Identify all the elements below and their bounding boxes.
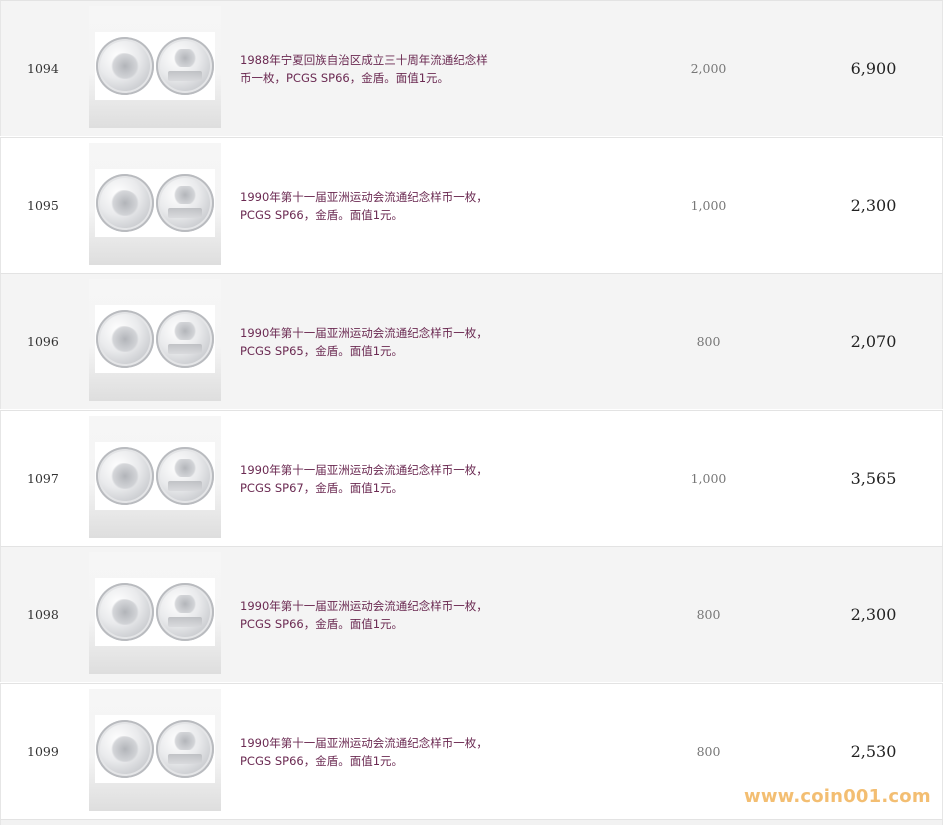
coin-thumbnail[interactable] bbox=[89, 279, 221, 401]
lot-description[interactable]: 1990年第十一届亚洲运动会流通纪念样币一枚， PCGS SP67，金盾。面值1… bbox=[240, 411, 498, 546]
description-line: 1990年第十一届亚洲运动会流通纪念样币一枚， bbox=[240, 189, 488, 204]
coin-reverse-image bbox=[156, 310, 214, 368]
auction-results-table: 1094 1988年宁夏回族自治区成立三十周年流通纪念样 币一枚，PCGS SP… bbox=[0, 0, 945, 825]
lot-description[interactable]: 1990年第十一届亚洲运动会流通纪念样币一枚， PCGS SP66，金盾。面值1… bbox=[240, 547, 498, 682]
coin-thumbnail[interactable] bbox=[89, 143, 221, 265]
coin-photo bbox=[95, 305, 215, 373]
coin-photo bbox=[95, 578, 215, 646]
coin-photo bbox=[95, 442, 215, 510]
estimate-value: 800 bbox=[696, 334, 721, 349]
coin-obverse-image bbox=[96, 310, 154, 368]
lot-number: 1097 bbox=[27, 471, 59, 486]
coin-thumbnail[interactable] bbox=[89, 552, 221, 674]
coin-obverse-image bbox=[96, 174, 154, 232]
description-line: PCGS SP66，金盾。面值1元。 bbox=[240, 753, 404, 768]
next-row-edge bbox=[0, 819, 943, 825]
table-row: 1095 1990年第十一届亚洲运动会流通纪念样币一枚， PCGS SP66，金… bbox=[0, 137, 943, 273]
lot-number: 1094 bbox=[27, 61, 59, 76]
estimate-value: 800 bbox=[696, 744, 721, 759]
hammer-price: 6,900 bbox=[850, 59, 897, 78]
coin-obverse-image bbox=[96, 447, 154, 505]
table-row: 1097 1990年第十一届亚洲运动会流通纪念样币一枚， PCGS SP67，金… bbox=[0, 410, 943, 546]
estimate-value: 800 bbox=[696, 607, 721, 622]
lot-description[interactable]: 1990年第十一届亚洲运动会流通纪念样币一枚， PCGS SP65，金盾。面值1… bbox=[240, 274, 498, 409]
coin-obverse-image bbox=[96, 37, 154, 95]
lot-description[interactable]: 1990年第十一届亚洲运动会流通纪念样币一枚， PCGS SP66，金盾。面值1… bbox=[240, 138, 498, 273]
coin-reverse-image bbox=[156, 174, 214, 232]
description-line: PCGS SP66，金盾。面值1元。 bbox=[240, 616, 404, 631]
description-line: 1990年第十一届亚洲运动会流通纪念样币一枚， bbox=[240, 462, 488, 477]
coin-obverse-image bbox=[96, 583, 154, 641]
hammer-price: 3,565 bbox=[850, 469, 897, 488]
estimate-value: 1,000 bbox=[690, 198, 727, 213]
description-line: 币一枚，PCGS SP66，金盾。面值1元。 bbox=[240, 70, 450, 85]
coin-reverse-image bbox=[156, 583, 214, 641]
hammer-price: 2,070 bbox=[850, 332, 897, 351]
description-line: PCGS SP66，金盾。面值1元。 bbox=[240, 207, 404, 222]
coin-obverse-image bbox=[96, 720, 154, 778]
hammer-price: 2,300 bbox=[850, 196, 897, 215]
coin-photo bbox=[95, 32, 215, 100]
description-line: 1988年宁夏回族自治区成立三十周年流通纪念样 bbox=[240, 52, 488, 67]
description-line: PCGS SP65，金盾。面值1元。 bbox=[240, 343, 404, 358]
description-line: 1990年第十一届亚洲运动会流通纪念样币一枚， bbox=[240, 325, 488, 340]
estimate-value: 1,000 bbox=[690, 471, 727, 486]
coin-photo bbox=[95, 715, 215, 783]
coin-reverse-image bbox=[156, 447, 214, 505]
lot-number: 1098 bbox=[27, 607, 59, 622]
lot-number: 1095 bbox=[27, 198, 59, 213]
coin-thumbnail[interactable] bbox=[89, 6, 221, 128]
site-watermark: www.coin001.com bbox=[744, 786, 931, 807]
coin-reverse-image bbox=[156, 37, 214, 95]
table-row: 1094 1988年宁夏回族自治区成立三十周年流通纪念样 币一枚，PCGS SP… bbox=[0, 0, 943, 136]
hammer-price: 2,300 bbox=[850, 605, 897, 624]
description-line: 1990年第十一届亚洲运动会流通纪念样币一枚， bbox=[240, 598, 488, 613]
coin-thumbnail[interactable] bbox=[89, 689, 221, 811]
lot-number: 1099 bbox=[27, 744, 59, 759]
coin-thumbnail[interactable] bbox=[89, 416, 221, 538]
lot-number: 1096 bbox=[27, 334, 59, 349]
table-row: 1098 1990年第十一届亚洲运动会流通纪念样币一枚， PCGS SP66，金… bbox=[0, 546, 943, 682]
description-line: 1990年第十一届亚洲运动会流通纪念样币一枚， bbox=[240, 735, 488, 750]
lot-description[interactable]: 1988年宁夏回族自治区成立三十周年流通纪念样 币一枚，PCGS SP66，金盾… bbox=[240, 1, 498, 136]
lot-description[interactable]: 1990年第十一届亚洲运动会流通纪念样币一枚， PCGS SP66，金盾。面值1… bbox=[240, 684, 498, 819]
table-row: 1096 1990年第十一届亚洲运动会流通纪念样币一枚， PCGS SP65，金… bbox=[0, 273, 943, 409]
description-line: PCGS SP67，金盾。面值1元。 bbox=[240, 480, 404, 495]
estimate-value: 2,000 bbox=[690, 61, 727, 76]
coin-reverse-image bbox=[156, 720, 214, 778]
coin-photo bbox=[95, 169, 215, 237]
